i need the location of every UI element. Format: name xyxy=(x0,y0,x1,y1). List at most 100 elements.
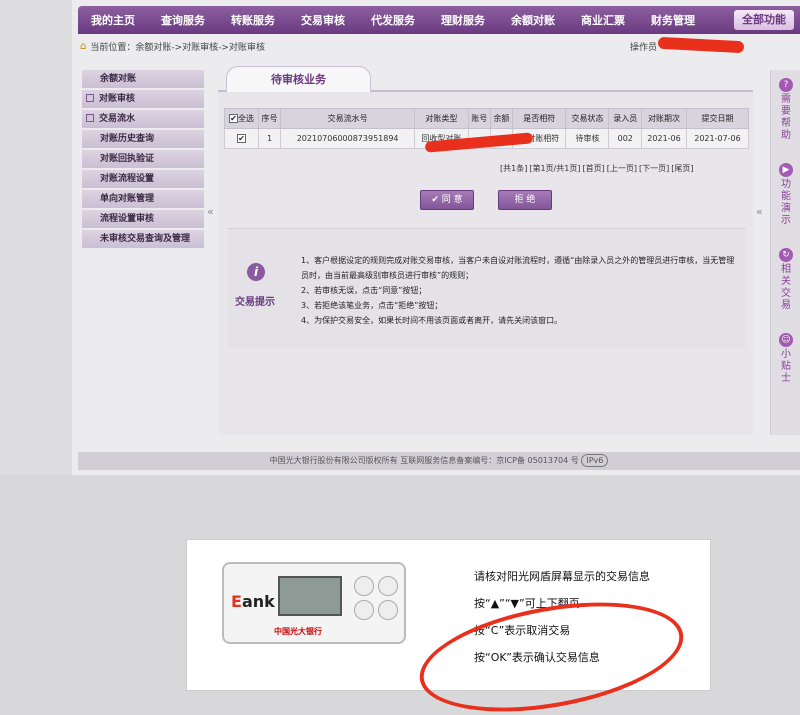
nav-item[interactable]: 转账服务 xyxy=(218,12,288,28)
sidebar-item-label: 余额对账 xyxy=(100,74,137,84)
table-cell: 1 xyxy=(257,128,282,149)
pager: [共1条] [第1页/共1页] [首页] [上一页] [下一页] [尾页] xyxy=(500,163,695,174)
column-header-label: 序号 xyxy=(261,114,278,123)
tip-line: 3、若拒绝该笔业务，点击“拒绝”按钮； xyxy=(301,301,443,310)
column-header-label: 对账类型 xyxy=(425,114,458,123)
sidebar-item-label: 未审核交易查询及管理 xyxy=(100,234,191,244)
rail-label: 需要帮助 xyxy=(781,94,791,141)
token-key xyxy=(378,600,398,620)
nav-item[interactable]: 商业汇票 xyxy=(568,12,638,28)
tips-text: 1、客户根据设定的规则完成对账交易审核，当客户未自设对账流程时，遵循“由除录入员… xyxy=(301,253,741,328)
pager-link[interactable]: [第1页/共1页] xyxy=(529,164,580,173)
column-header-label: 是否相符 xyxy=(523,114,556,123)
column-header-label: 交易流水号 xyxy=(327,114,368,123)
nav-item[interactable]: 我的主页 xyxy=(78,12,148,28)
footer: 中国光大银行股份有限公司版权所有 互联网服务信息备案编号：京ICP备 05013… xyxy=(78,452,800,470)
sidebar-item-label: 对账历史查询 xyxy=(100,134,155,144)
collapse-left-icon[interactable]: « xyxy=(207,205,214,218)
pager-link[interactable]: [下一页] xyxy=(639,164,669,173)
rail-item[interactable]: ▶ 功能演示 xyxy=(771,163,800,227)
rail-label: 功能演示 xyxy=(781,179,791,226)
column-header-label: 提交日期 xyxy=(701,114,734,123)
sidebar: 余额对账对账审核交易流水对账历史查询 对账回执验证 对账流程设置 单向对账管理流程设置… xyxy=(82,70,204,250)
sidebar-item[interactable]: 对账回执验证 xyxy=(82,150,204,168)
nav-item[interactable]: 余额对账 xyxy=(498,12,568,28)
token-key xyxy=(378,576,398,596)
ipv6-badge: IPv6 xyxy=(581,454,609,467)
table-cell: 20210706000873951894 xyxy=(280,128,416,149)
sidebar-item[interactable]: 余额对账 xyxy=(82,70,204,88)
column-header: 录入员 xyxy=(608,108,643,129)
rail-label: 相关交易 xyxy=(781,264,791,311)
sidebar-item-label: 对账回执验证 xyxy=(100,154,155,164)
nav-item[interactable]: 查询服务 xyxy=(148,12,218,28)
column-header: 交易流水号 xyxy=(280,108,416,129)
token-bank-name: 中国光大银行 xyxy=(274,627,322,636)
row-checkbox[interactable]: ✔ xyxy=(236,134,246,143)
operator-label: 操作员 xyxy=(630,42,658,53)
column-header: 账号 xyxy=(467,108,491,129)
column-header-label: 账号 xyxy=(471,114,488,123)
tips-label: 交易提示 xyxy=(235,297,275,308)
token-key xyxy=(354,576,374,596)
column-header: 提交日期 xyxy=(685,108,750,129)
token-screen xyxy=(278,576,342,616)
column-header-label: 对账期次 xyxy=(648,114,681,123)
sidebar-item[interactable]: 对账审核 xyxy=(82,90,204,108)
table-cell: 2021-07-06 xyxy=(685,128,750,149)
sidebar-item[interactable]: 对账历史查询 xyxy=(82,130,204,148)
right-rail: ? 需要帮助 ▶ 功能演示 ↻ 相关交易 ☺ 小贴士 xyxy=(770,70,800,435)
column-header-label: 全选 xyxy=(237,114,254,123)
sidebar-item[interactable]: 对账流程设置 xyxy=(82,170,204,188)
sidebar-item[interactable]: 未审核交易查询及管理 xyxy=(82,230,204,248)
rail-item[interactable]: ☺ 小贴士 xyxy=(771,333,800,385)
breadcrumb-text: 当前位置：余额对账->对账审核->对账审核 xyxy=(90,42,265,53)
token-keys xyxy=(352,572,400,624)
info-icon: i xyxy=(247,263,265,281)
pager-link[interactable]: [首页] xyxy=(582,164,604,173)
sidebar-item-label: 对账流程设置 xyxy=(100,174,155,184)
rail-icon: ↻ xyxy=(779,248,793,262)
column-header-label: 交易状态 xyxy=(571,114,604,123)
rail-icon: ▶ xyxy=(779,163,793,177)
rail-item[interactable]: ? 需要帮助 xyxy=(771,78,800,142)
folder-icon xyxy=(86,94,94,102)
rail-icon: ☺ xyxy=(779,333,793,347)
home-icon[interactable]: ⌂ xyxy=(80,41,86,52)
pager-link[interactable]: [共1条] xyxy=(500,164,527,173)
folder-icon xyxy=(86,114,94,122)
rail-item[interactable]: ↻ 相关交易 xyxy=(771,248,800,312)
all-functions-button[interactable]: 全部功能 xyxy=(734,10,794,30)
check-icon: ✔ xyxy=(431,195,442,205)
column-header[interactable]: ✔全选 xyxy=(224,108,259,129)
nav-item[interactable]: 代发服务 xyxy=(358,12,428,28)
table-cell: ✔ xyxy=(224,128,259,149)
agree-button[interactable]: ✔ 同 意 xyxy=(420,190,474,210)
select-all-checkbox[interactable]: ✔ xyxy=(228,114,238,123)
sidebar-item-label: 对账审核 xyxy=(99,94,136,104)
sidebar-item[interactable]: 流程设置审核 xyxy=(82,210,204,228)
pager-link[interactable]: [尾页] xyxy=(671,164,693,173)
column-header: 交易状态 xyxy=(565,108,610,129)
rail-label: 小贴士 xyxy=(781,349,791,384)
column-header: 对账期次 xyxy=(641,108,687,129)
rail-icon: ? xyxy=(779,78,793,92)
table-cell: 待审核 xyxy=(565,128,610,149)
sidebar-item[interactable]: 交易流水 xyxy=(82,110,204,128)
nav-item[interactable]: 理财服务 xyxy=(428,12,498,28)
agree-label: 同 意 xyxy=(441,195,463,205)
table-cell: 2021-06 xyxy=(641,128,687,149)
column-header: 是否相符 xyxy=(511,108,567,129)
pager-link[interactable]: [上一页] xyxy=(607,164,637,173)
sidebar-item-label: 单向对账管理 xyxy=(100,194,155,204)
table-cell: 002 xyxy=(608,128,643,149)
tip-line: 1、客户根据设定的规则完成对账交易审核，当客户未自设对账流程时，遵循“由除录入员… xyxy=(301,256,735,280)
tab-pending-review[interactable]: 待审核业务 xyxy=(226,66,371,92)
reject-button[interactable]: 拒 绝 xyxy=(498,190,552,210)
sidebar-item[interactable]: 单向对账管理 xyxy=(82,190,204,208)
nav-item[interactable]: 财务管理 xyxy=(638,12,708,28)
nav-item[interactable]: 交易审核 xyxy=(288,12,358,28)
sidebar-item-label: 交易流水 xyxy=(99,114,136,124)
collapse-right-icon[interactable]: « xyxy=(756,205,763,218)
popup-line: 请核对阳光网盾屏幕显示的交易信息 xyxy=(474,570,650,583)
